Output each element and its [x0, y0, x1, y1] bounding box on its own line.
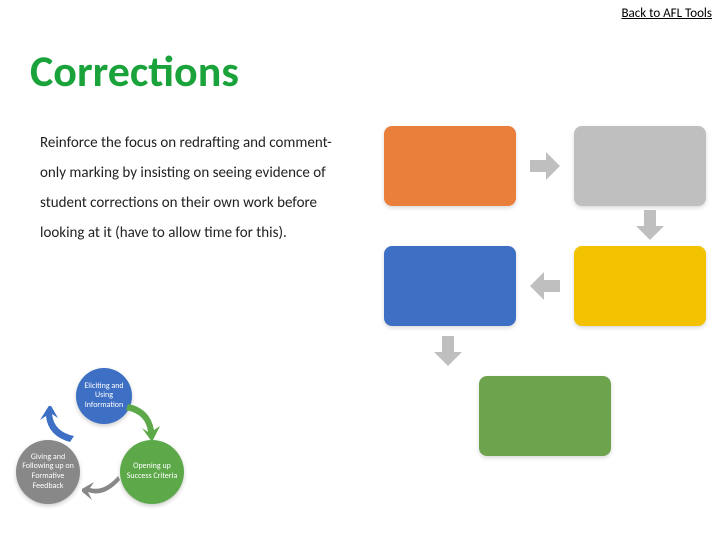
cycle-arrow-icon — [40, 406, 74, 451]
arrow-right-icon — [530, 152, 560, 180]
flow-diagram — [384, 126, 706, 466]
cycle-arrow-icon — [126, 402, 160, 447]
cycle-node-eliciting: Eliciting and Using Information — [76, 368, 132, 424]
cycle-arrow-icon — [82, 476, 122, 507]
arrow-down-icon — [434, 336, 462, 366]
arrow-left-icon — [530, 272, 560, 300]
flow-box-orange — [384, 126, 516, 206]
arrow-down-icon — [636, 210, 664, 240]
cycle-diagram: Eliciting and Using Information Opening … — [8, 368, 198, 538]
cycle-node-opening: Opening up Success Criteria — [120, 440, 184, 504]
page-title: Corrections — [30, 44, 239, 98]
flow-box-grey — [574, 126, 706, 206]
flow-box-green — [479, 376, 611, 456]
slide: Back to AFL Tools Corrections Reinforce … — [0, 0, 720, 540]
flow-box-blue — [384, 246, 516, 326]
flow-box-yellow — [574, 246, 706, 326]
cycle-label: Opening up Success Criteria — [124, 462, 180, 481]
cycle-label: Giving and Following up on Formative Fee… — [20, 453, 76, 491]
back-link[interactable]: Back to AFL Tools — [621, 6, 712, 21]
body-text: Reinforce the focus on redrafting and co… — [40, 128, 350, 248]
cycle-label: Eliciting and Using Information — [80, 382, 128, 411]
